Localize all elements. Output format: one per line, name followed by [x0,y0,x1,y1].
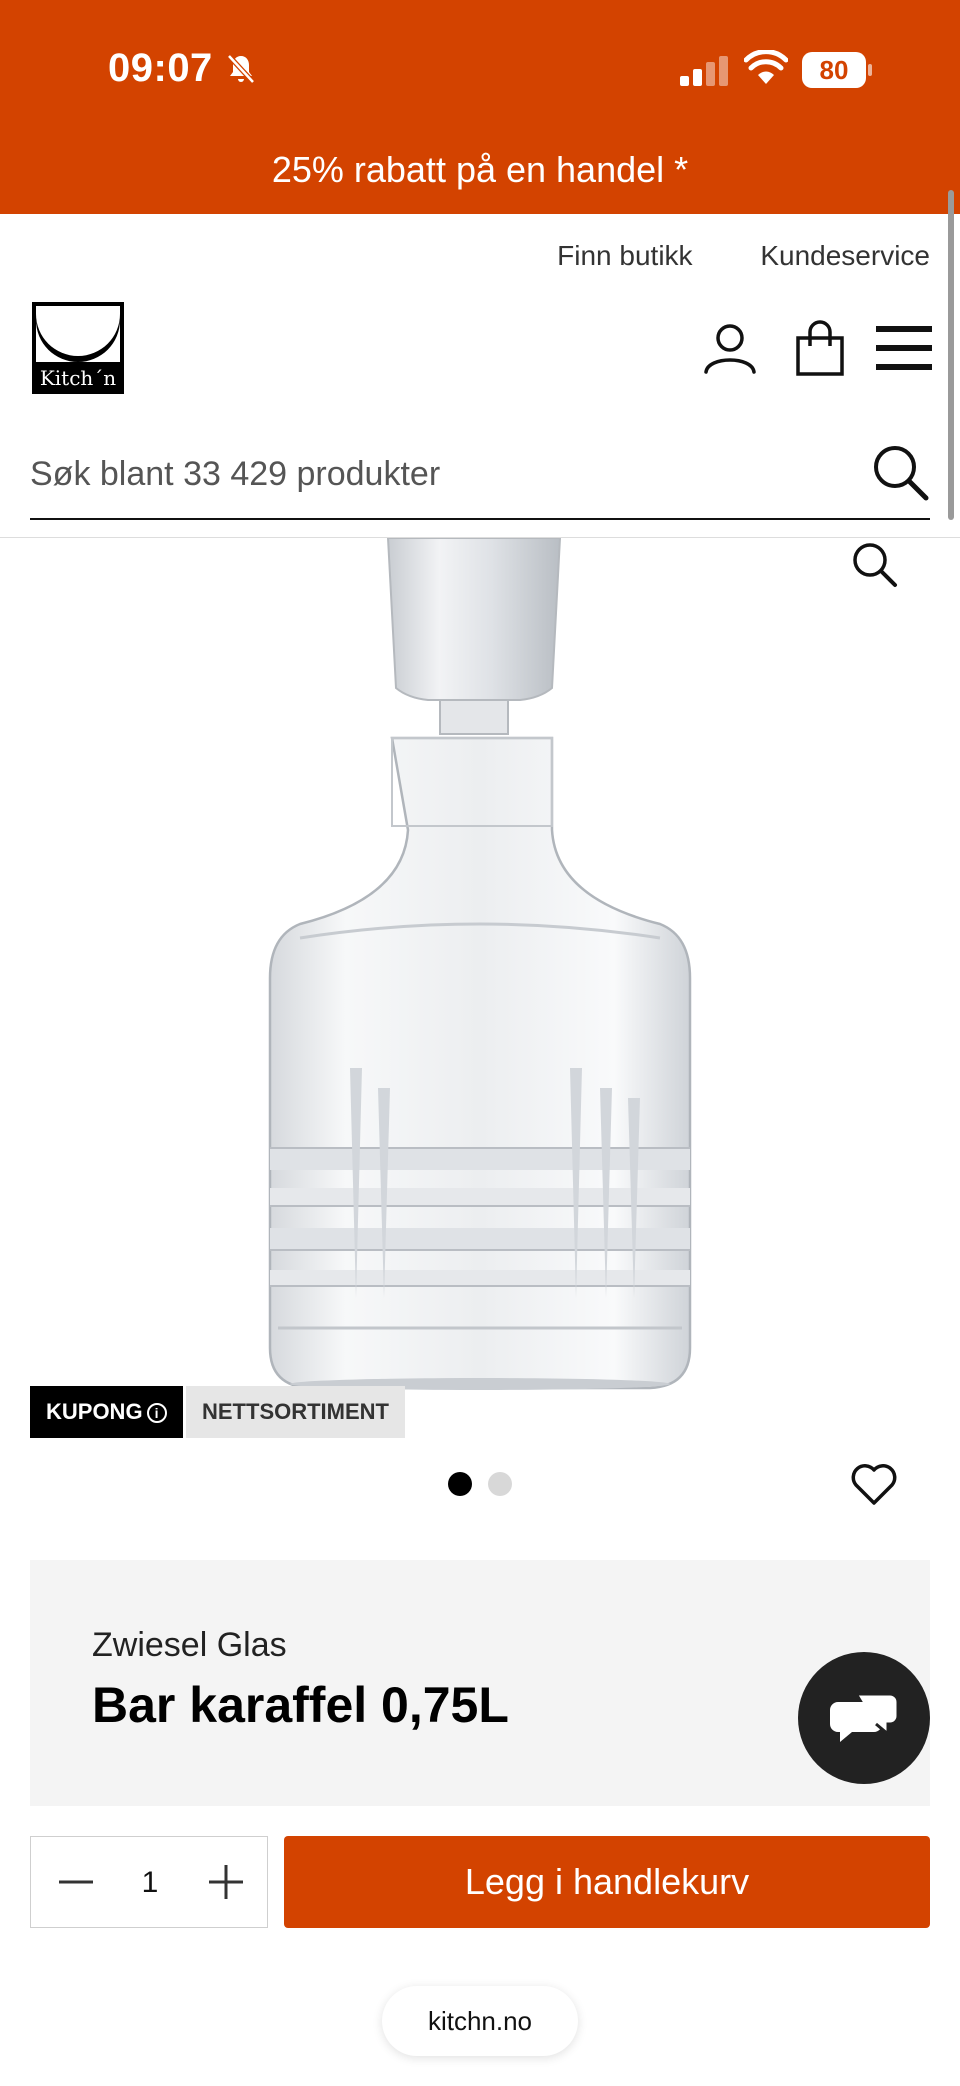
status-bar: 09:07 80 [0,0,960,140]
info-icon[interactable]: i [146,1403,167,1424]
search-bar [30,430,930,520]
wifi-icon [744,50,788,84]
product-info: Zwiesel Glas Bar karaffel 0,75L [30,1560,930,1806]
quantity-stepper: 1 [30,1836,268,1928]
carousel-dot-1[interactable] [448,1472,472,1496]
promo-banner[interactable]: 25% rabatt på en handel * [0,140,960,214]
coupon-tag-label: KUPONG [46,1399,143,1424]
logo-text: Kitch´n [32,362,124,394]
minus-icon[interactable] [51,1857,101,1907]
quantity-value[interactable]: 1 [121,1837,179,1929]
user-icon[interactable] [700,318,760,378]
battery-icon: 80 [802,52,872,88]
bell-off-icon [227,54,255,84]
menu-icon[interactable] [874,318,934,378]
search-input[interactable] [30,444,850,504]
add-to-cart-button[interactable]: Legg i handlekurv [284,1836,930,1928]
heart-icon[interactable] [850,1462,898,1506]
browser-url-bar[interactable]: kitchn.no [382,1986,578,2056]
web-only-tag: NETTSORTIMENT [186,1386,405,1438]
status-time: 09:07 [108,46,213,90]
scrollbar[interactable] [948,190,954,520]
product-name: Bar karaffel 0,75L [92,1677,509,1733]
coupon-tag[interactable]: KUPONG i [30,1386,183,1438]
product-brand[interactable]: Zwiesel Glas [92,1626,287,1665]
chat-button[interactable] [798,1652,930,1784]
carousel-dot-2[interactable] [488,1472,512,1496]
customer-service-link[interactable]: Kundeservice [760,240,930,271]
search-icon[interactable] [870,442,930,502]
plus-icon[interactable] [201,1857,251,1907]
zoom-icon[interactable] [850,540,898,588]
battery-level: 80 [802,52,866,88]
kitchn-logo[interactable]: Kitch´n [32,302,124,394]
product-image[interactable] [0,538,960,1398]
shopping-bag-icon[interactable] [790,318,850,378]
signal-icon [680,56,728,86]
top-links: Finn butikk Kundeservice [497,240,930,272]
find-store-link[interactable]: Finn butikk [557,240,692,271]
chat-icon [830,1692,900,1742]
